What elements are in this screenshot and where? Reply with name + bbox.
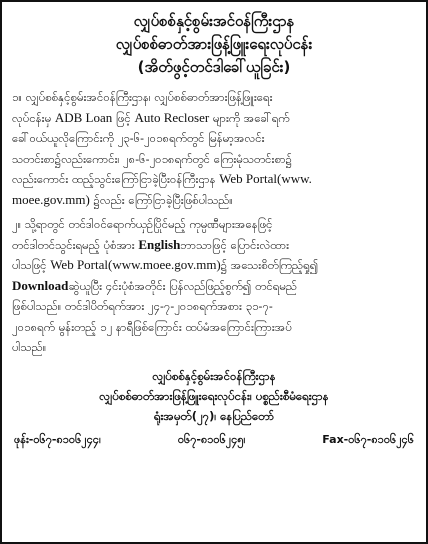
fax-number: Fax-၀၆၇-၈၁၀၆၂၄၆ — [322, 432, 414, 446]
header-department: လျှပ်စစ်ဓာတ်အားဖြန့်ဖြူးရေးလုပ်ငန်း — [115, 35, 313, 53]
para2-text: ပါသဖြင့် — [12, 258, 51, 272]
para2-line-5: ဖြစ်ပါသည်။ တင်ဒါပိတ်ရက်အား ၂၄-၇-၂၀၁၈ရက်အ… — [12, 299, 273, 313]
header-ministry: လျှပ်စစ်နှင့်စွမ်းအင်ဝန်ကြီးဌာန — [133, 12, 295, 30]
para1-text: လုပ်ငန်းမှ — [12, 110, 55, 125]
web-portal-link-text: Web Portal(www.moee.gov.mm) — [50, 257, 221, 272]
para1-line-3: ခေါ်ဝယ်ယူလိုကြောင်းကို ၂၃-၆-၂၀၁၈ရက်တွင် … — [12, 131, 265, 145]
para2-line-7: ပါသည်။ — [12, 340, 47, 354]
phone-2: ၀၆၇-၈၁၀၆၂၄၅၊ — [177, 432, 246, 446]
notice-header: လျှပ်စစ်နှင့်စွမ်းအင်ဝန်ကြီးဌာန လျှပ်စစ်… — [12, 10, 416, 79]
para1-text: များကို အခေါ်ရက် — [209, 110, 290, 125]
notice-footer: လျှပ်စစ်နှင့်စွမ်းအင်ဝန်ကြီးဌာန လျှပ်စစ်… — [12, 366, 416, 426]
para2-line-4: Downloadဆွဲယူပြီး ၄င်းပုံစံအတိုင်း ပြန်လ… — [12, 276, 416, 297]
auto-recloser-text: Auto Recloser — [134, 109, 210, 125]
para1-line-2: လုပ်ငန်းမှ ADB Loan ဖြင့် Auto Recloser … — [12, 108, 416, 129]
para2-text: ဆွဲယူပြီး ၄င်းပုံစံအတိုင်း ပြန်လည်ဖြည့်စ… — [68, 278, 298, 293]
web-portal-text: Web Portal(www. — [219, 171, 312, 186]
para2-line-3: ပါသဖြင့် Web Portal(www.moee.gov.mm)၌ အသ… — [12, 255, 416, 276]
para2-line-1: ၂။ သို့ရာတွင် တင်ဒါဝင်ရောက်ယှဉ်ပြိုင်မည့… — [12, 217, 273, 231]
para2-text: ၌ အသေးစိတ်ကြည့်ရှု၍ — [220, 258, 319, 272]
para1-text: ၌လည်း ကြော်ငြာခဲ့ပြီးဖြစ်ပါသည်။ — [89, 192, 233, 207]
para2-text: တင်ဒါတင်သွင်းရမည့် ပုံစံအား — [12, 237, 139, 252]
tender-notice: လျှပ်စစ်နှင့်စွမ်းအင်ဝန်ကြီးဌာန လျှပ်စစ်… — [0, 0, 428, 544]
para1-line-5: လည်းကောင်း ထည့်သွင်းကြော်ငြာခဲ့ပြီးဝန်ကြ… — [12, 169, 416, 190]
english-text: English — [138, 236, 181, 252]
paragraph-2: ၂။ သို့ရာတွင် တင်ဒါဝင်ရောက်ယှဉ်ပြိုင်မည့… — [12, 214, 416, 358]
adb-loan-text: ADB Loan — [54, 109, 113, 125]
para1-line-4: သတင်းစာ၌လည်းကောင်း၊ ၂၈-၆-၂၀၁၈ရက်တွင် ကြေ… — [12, 151, 293, 166]
paragraph-1: ၁။ လျှပ်စစ်နှင့်စွမ်းအင်ဝန်ကြီးဌာန၊ လျှပ… — [12, 87, 416, 210]
footer-address: ရုံးအမှတ်(၂၇)၊ နေပြည်တော် — [153, 408, 275, 423]
para2-line-2: တင်ဒါတင်သွင်းရမည့် ပုံစံအား Englishဘာသာဖ… — [12, 235, 416, 256]
download-text: Download — [12, 277, 69, 293]
para2-text: ဘာသာဖြင့် ပြောင်းလဲထား — [180, 237, 290, 252]
header-title: (အိတ်ဖွင့်တင်ဒါခေါ်ယူခြင်း) — [137, 58, 291, 76]
footer-department: လျှပ်စစ်ဓာတ်အားဖြန့်ဖြူးရေးလုပ်ငန်း၊ ပစ္… — [99, 388, 329, 403]
para1-line-6: moee.gov.mm) ၌လည်း ကြော်ငြာခဲ့ပြီးဖြစ်ပါ… — [12, 190, 416, 211]
footer-ministry: လျှပ်စစ်နှင့်စွမ်းအင်ဝန်ကြီးဌာန — [152, 368, 276, 383]
para2-line-6: ၂၀၁၈ရက် မွန်းတည့် ၁၂ နာရီဖြစ်ကြောင်း ထပ်… — [12, 319, 292, 334]
para1-text: ဖြင့် — [112, 110, 135, 125]
web-portal-url-text: moee.gov.mm) — [12, 191, 90, 207]
contact-line: ဖုန်း-၀၆၇-၈၁၀၆၂၄၄၊ ၀၆၇-၈၁၀၆၂၄၅၊ Fax-၀၆၇-… — [12, 430, 416, 450]
para1-line-1: ၁။ လျှပ်စစ်နှင့်စွမ်းအင်ဝန်ကြီးဌာန၊ လျှပ… — [12, 90, 273, 104]
para1-text: လည်းကောင်း ထည့်သွင်းကြော်ငြာခဲ့ပြီးဝန်ကြ… — [12, 172, 220, 186]
phone-1: ဖုန်း-၀၆၇-၈၁၀၆၂၄၄၊ — [14, 432, 101, 446]
